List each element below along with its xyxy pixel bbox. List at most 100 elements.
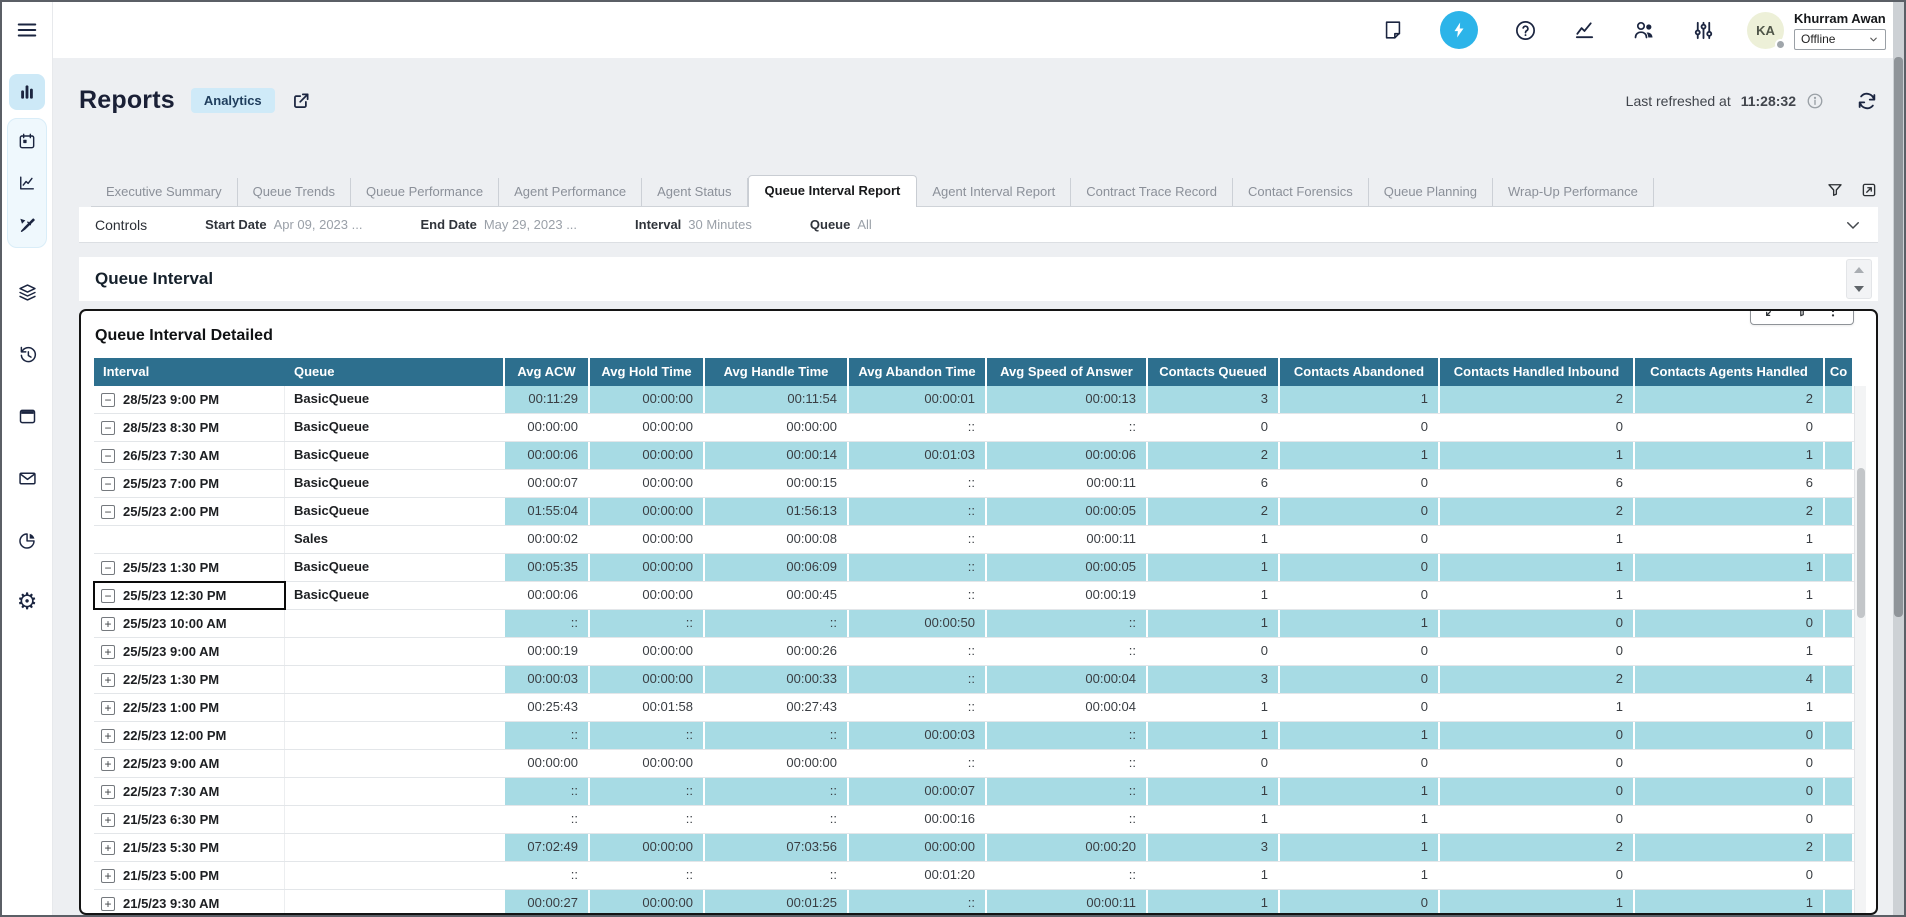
value-cell[interactable]: 2 (1440, 498, 1635, 525)
column-header-interval[interactable]: Interval (94, 358, 285, 386)
sidebar-item-mail[interactable] (9, 460, 45, 496)
value-cell[interactable]: :: (987, 778, 1148, 805)
column-header-contacts-handled-inbound[interactable]: Contacts Handled Inbound (1440, 358, 1635, 386)
value-cell[interactable]: 2 (1148, 442, 1280, 469)
avatar[interactable]: KA (1747, 12, 1784, 49)
expand-row-icon[interactable]: + (101, 785, 115, 799)
interval-cell[interactable]: −25/5/23 7:00 PM (94, 470, 285, 497)
value-cell[interactable]: 00:01:25 (705, 890, 849, 915)
value-cell[interactable]: 1 (1440, 582, 1635, 609)
value-cell[interactable]: 1 (1635, 442, 1825, 469)
value-cell[interactable]: 00:00:06 (505, 582, 590, 609)
value-cell[interactable]: 00:00:03 (849, 722, 987, 749)
value-cell[interactable]: :: (849, 526, 987, 553)
value-cell[interactable]: 4 (1635, 666, 1825, 693)
queue-cell[interactable] (285, 666, 505, 693)
collapse-row-icon[interactable]: − (101, 561, 115, 575)
collapse-row-icon[interactable]: − (101, 505, 115, 519)
queue-cell[interactable] (285, 610, 505, 637)
value-cell[interactable]: 2 (1635, 834, 1825, 861)
interval-cell[interactable]: +21/5/23 6:30 PM (94, 806, 285, 833)
value-cell[interactable]: 1 (1635, 890, 1825, 915)
value-cell[interactable]: 07:03:56 (705, 834, 849, 861)
sidebar-item-settings[interactable]: ⚙ (9, 584, 45, 620)
value-cell[interactable]: 1 (1280, 778, 1440, 805)
queue-cell[interactable] (285, 750, 505, 777)
value-cell[interactable]: 0 (1440, 414, 1635, 441)
value-cell[interactable]: :: (849, 638, 987, 665)
value-cell[interactable]: 0 (1635, 862, 1825, 889)
collapse-row-icon[interactable]: − (101, 589, 115, 603)
queue-cell[interactable] (285, 806, 505, 833)
value-cell[interactable]: :: (505, 806, 590, 833)
value-cell[interactable]: :: (705, 778, 849, 805)
queue-cell[interactable]: BasicQueue (285, 386, 505, 413)
expand-row-icon[interactable]: + (101, 673, 115, 687)
value-cell[interactable]: 00:01:20 (849, 862, 987, 889)
value-cell[interactable]: 0 (1440, 722, 1635, 749)
value-cell[interactable]: :: (505, 862, 590, 889)
refresh-icon[interactable] (1856, 90, 1878, 112)
value-cell[interactable]: 0 (1280, 498, 1440, 525)
value-cell[interactable]: :: (590, 610, 705, 637)
sliders-icon[interactable] (1692, 19, 1715, 42)
value-cell[interactable]: :: (849, 414, 987, 441)
value-cell[interactable]: 00:00:00 (590, 834, 705, 861)
value-cell[interactable]: 0 (1280, 470, 1440, 497)
value-cell[interactable]: :: (987, 862, 1148, 889)
value-cell[interactable]: 0 (1280, 638, 1440, 665)
tab-queue-performance[interactable]: Queue Performance (351, 178, 499, 206)
value-cell[interactable]: 0 (1280, 666, 1440, 693)
tab-agent-performance[interactable]: Agent Performance (499, 178, 642, 206)
queue-cell[interactable]: BasicQueue (285, 470, 505, 497)
value-cell[interactable]: 1 (1440, 554, 1635, 581)
value-cell[interactable]: 00:00:05 (987, 554, 1148, 581)
note-icon[interactable] (1382, 19, 1404, 41)
value-cell[interactable]: 00:00:00 (705, 414, 849, 441)
value-cell[interactable]: 01:56:13 (705, 498, 849, 525)
value-cell[interactable]: 00:00:00 (590, 470, 705, 497)
value-cell[interactable]: 1 (1635, 638, 1825, 665)
expand-row-icon[interactable]: + (101, 617, 115, 631)
column-header-contacts-queued[interactable]: Contacts Queued (1148, 358, 1280, 386)
column-header-avg-abandon-time[interactable]: Avg Abandon Time (849, 358, 987, 386)
line-chart-icon[interactable] (1573, 19, 1596, 42)
value-cell[interactable]: :: (987, 638, 1148, 665)
value-cell[interactable]: 0 (1635, 414, 1825, 441)
value-cell[interactable]: 00:00:04 (987, 666, 1148, 693)
value-cell[interactable]: 00:00:00 (590, 890, 705, 915)
value-cell[interactable]: :: (849, 890, 987, 915)
value-cell[interactable]: 00:00:45 (705, 582, 849, 609)
column-header-avg-speed-of-answer[interactable]: Avg Speed of Answer (987, 358, 1148, 386)
collapse-row-icon[interactable]: − (101, 477, 115, 491)
sidebar-item-trends[interactable] (11, 167, 43, 199)
control-value[interactable]: Apr 09, 2023 ... (274, 217, 363, 232)
value-cell[interactable]: 1 (1148, 694, 1280, 721)
value-cell[interactable]: 0 (1440, 750, 1635, 777)
interval-cell[interactable]: −25/5/23 2:00 PM (94, 498, 285, 525)
interval-cell[interactable]: −28/5/23 9:00 PM (94, 386, 285, 413)
value-cell[interactable]: 6 (1635, 470, 1825, 497)
value-cell[interactable]: 0 (1280, 554, 1440, 581)
interval-cell[interactable]: +25/5/23 10:00 AM (94, 610, 285, 637)
value-cell[interactable]: 0 (1280, 414, 1440, 441)
value-cell[interactable]: 0 (1635, 750, 1825, 777)
value-cell[interactable]: :: (987, 414, 1148, 441)
value-cell[interactable]: 00:00:07 (505, 470, 590, 497)
control-value[interactable]: May 29, 2023 ... (484, 217, 577, 232)
value-cell[interactable]: 1 (1280, 386, 1440, 413)
tab-contact-forensics[interactable]: Contact Forensics (1233, 178, 1369, 206)
value-cell[interactable]: 00:00:26 (705, 638, 849, 665)
expand-view-icon[interactable] (1763, 309, 1779, 319)
value-cell[interactable]: :: (987, 806, 1148, 833)
tab-queue-planning[interactable]: Queue Planning (1369, 178, 1493, 206)
value-cell[interactable]: :: (849, 750, 987, 777)
value-cell[interactable]: 00:00:03 (505, 666, 590, 693)
value-cell[interactable]: :: (987, 722, 1148, 749)
interval-cell[interactable]: +22/5/23 1:30 PM (94, 666, 285, 693)
collapse-row-icon[interactable]: − (101, 449, 115, 463)
expand-row-icon[interactable]: + (101, 869, 115, 883)
value-cell[interactable]: 00:00:06 (505, 442, 590, 469)
info-icon[interactable] (1806, 92, 1824, 110)
value-cell[interactable]: :: (590, 722, 705, 749)
